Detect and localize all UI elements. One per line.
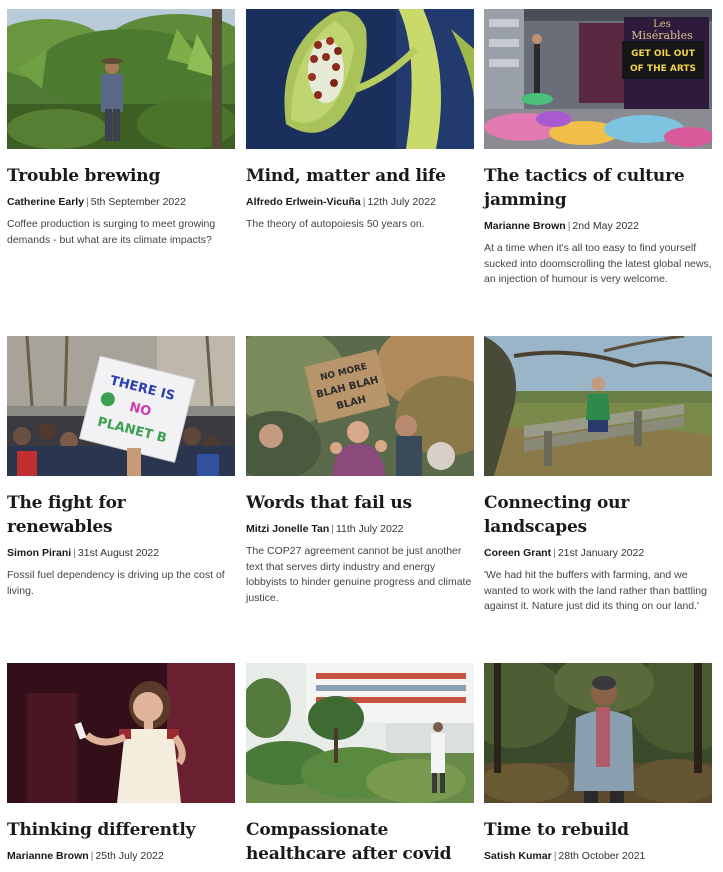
- svg-text:OF THE ARTS: OF THE ARTS: [630, 64, 696, 74]
- article-title[interactable]: Connecting our landscapes: [484, 476, 712, 539]
- publish-date: 28th October 2021: [558, 850, 646, 862]
- author-link[interactable]: Satish Kumar: [484, 850, 552, 862]
- article-card[interactable]: Trouble brewing Catherine Early | 5th Sept…: [7, 9, 235, 248]
- article-byline: Alfredo Erlwein-Vicuña | 12th July 2022: [246, 195, 474, 209]
- publish-date: 12th July 2022: [367, 196, 436, 208]
- author-link[interactable]: Simon Pirani: [7, 547, 71, 559]
- article-title[interactable]: Words that fail us: [246, 476, 474, 515]
- article-title[interactable]: Thinking differently: [7, 803, 235, 842]
- article-byline: Satish Kumar | 28th October 2021: [484, 849, 712, 863]
- ladybirds-on-green-leaf-image[interactable]: [246, 9, 474, 149]
- article-byline: Marianne Brown | 25th July 2022: [7, 849, 235, 863]
- author-link[interactable]: Mitzi Jonelle Tan: [246, 523, 329, 535]
- hospital-garden-rendering-image[interactable]: [246, 663, 474, 803]
- publish-date: 11th July 2022: [335, 523, 404, 535]
- publish-date: 25th July 2022: [95, 850, 164, 862]
- publish-date: 2nd May 2022: [572, 220, 639, 232]
- article-byline: Coreen Grant | 21st January 2022: [484, 546, 712, 560]
- article-card[interactable]: Compassionate healthcare after covid: [246, 663, 474, 866]
- article-card[interactable]: NO MORE BLAH BLAH BLAH Words that fail u…: [246, 336, 474, 606]
- author-link[interactable]: Catherine Early: [7, 196, 84, 208]
- publish-date: 5th September 2022: [90, 196, 186, 208]
- article-byline: Simon Pirani | 31st August 2022: [7, 546, 235, 560]
- byline-separator: |: [86, 196, 89, 208]
- climate-march-placard-image[interactable]: THERE IS NO PLANET B: [7, 336, 235, 476]
- protest-outside-theatre-image[interactable]: Les Misérables GET OIL OUT OF THE ARTS: [484, 9, 712, 149]
- article-excerpt: 'We had hit the buffers with farming, an…: [484, 569, 707, 612]
- publish-date: 31st August 2022: [77, 547, 160, 559]
- article-title[interactable]: Trouble brewing: [7, 149, 235, 188]
- protest-banner-text: GET OIL OUT: [631, 49, 696, 59]
- article-byline: Mitzi Jonelle Tan | 11th July 2022: [246, 522, 474, 536]
- byline-separator: |: [331, 523, 334, 535]
- article-byline: Marianne Brown | 2nd May 2022: [484, 219, 712, 233]
- author-link[interactable]: Alfredo Erlwein-Vicuña: [246, 196, 361, 208]
- child-with-blah-placard-image[interactable]: NO MORE BLAH BLAH BLAH: [246, 336, 474, 476]
- svg-text:Misérables: Misérables: [631, 29, 693, 42]
- article-card[interactable]: Connecting our landscapes Coreen Grant | 2…: [484, 336, 712, 615]
- article-excerpt: The theory of autopoiesis 50 years on.: [246, 218, 425, 230]
- author-link[interactable]: Marianne Brown: [484, 220, 566, 232]
- article-excerpt: Fossil fuel dependency is driving up the…: [7, 569, 225, 597]
- article-title[interactable]: Time to rebuild: [484, 803, 712, 842]
- author-link[interactable]: Coreen Grant: [484, 547, 551, 559]
- byline-separator: |: [553, 547, 556, 559]
- article-card[interactable]: Les Misérables GET OIL OUT OF THE ARTS T…: [484, 9, 712, 288]
- woman-on-fence-in-field-image[interactable]: [484, 336, 712, 476]
- article-title[interactable]: Compassionate healthcare after covid: [246, 803, 474, 866]
- article-excerpt: The COP27 agreement cannot be just anoth…: [246, 545, 472, 604]
- article-card[interactable]: Mind, matter and life Alfredo Erlwein-Vi…: [246, 9, 474, 233]
- publish-date: 21st January 2022: [557, 547, 645, 559]
- article-card[interactable]: Time to rebuild Satish Kumar | 28th Octobe…: [484, 663, 712, 863]
- article-card[interactable]: Thinking differently Marianne Brown | 25th…: [7, 663, 235, 863]
- man-in-woodland-image[interactable]: [484, 663, 712, 803]
- article-title[interactable]: Mind, matter and life: [246, 149, 474, 188]
- speaker-on-stage-image[interactable]: [7, 663, 235, 803]
- article-title[interactable]: The tactics of culture jamming: [484, 149, 712, 212]
- author-link[interactable]: Marianne Brown: [7, 850, 89, 862]
- article-byline: Catherine Early | 5th September 2022: [7, 195, 235, 209]
- byline-separator: |: [73, 547, 76, 559]
- article-card[interactable]: THERE IS NO PLANET B The fight for renew…: [7, 336, 235, 599]
- article-excerpt: At a time when it's all too easy to find…: [484, 242, 712, 285]
- article-excerpt: Coffee production is surging to meet gro…: [7, 218, 216, 246]
- farmer-in-coffee-plantation-image[interactable]: [7, 9, 235, 149]
- article-title[interactable]: The fight for renewables: [7, 476, 235, 539]
